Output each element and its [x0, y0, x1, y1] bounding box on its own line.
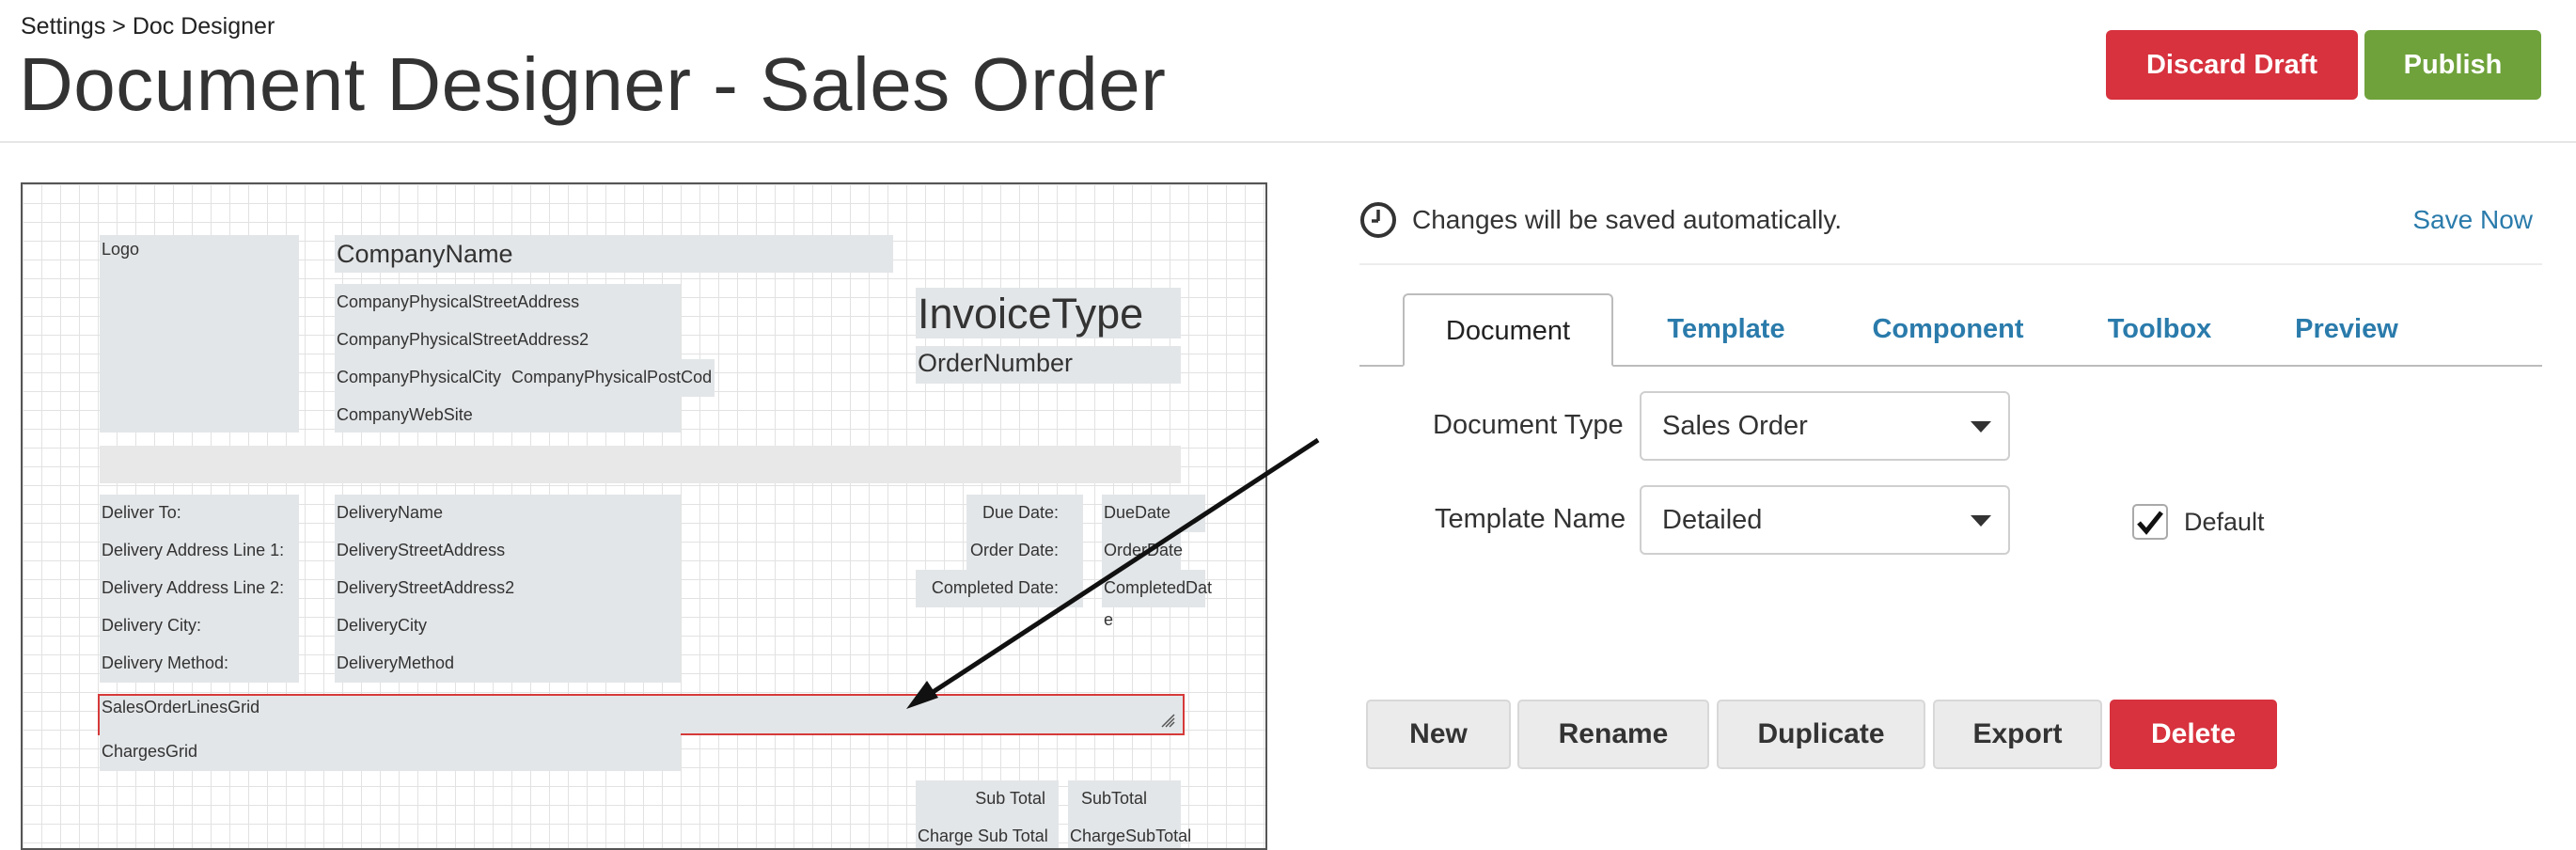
delivery-method-field[interactable]: DeliveryMethod [335, 645, 456, 683]
delivery-city-label[interactable]: Delivery City: [100, 607, 203, 645]
company-postcode-field[interactable]: CompanyPhysicalPostCod e [510, 359, 715, 418]
page-title: Document Designer - Sales Order [19, 42, 1167, 126]
resize-handle-icon[interactable] [1160, 713, 1175, 728]
charges-grid[interactable]: ChargesGrid [100, 733, 681, 771]
company-name-field[interactable]: CompanyName [335, 235, 893, 273]
company-city-field[interactable]: CompanyPhysicalCity [335, 359, 513, 397]
delivery-street-field[interactable]: DeliveryStreetAddress [335, 532, 507, 570]
document-type-select[interactable]: Sales Order [1640, 391, 2010, 461]
publish-button[interactable]: Publish [2364, 30, 2541, 100]
delivery-city-field[interactable]: DeliveryCity [335, 607, 429, 645]
annotation-arrow-icon [906, 437, 1320, 709]
order-number-field[interactable]: OrderNumber [916, 346, 1181, 384]
charge-sub-total-field[interactable]: ChargeSubTotal [1068, 818, 1191, 848]
default-label: Default [2184, 508, 2265, 536]
sales-order-lines-grid-label: SalesOrderLinesGrid [102, 698, 260, 716]
company-street-field[interactable]: CompanyPhysicalStreetAddress [335, 284, 681, 322]
panel-tabs: Document Template Component Toolbox Prev… [1359, 293, 2542, 367]
autosave-bar: Changes will be saved automatically. Sav… [1359, 196, 2542, 265]
logo-field[interactable]: Logo [100, 235, 299, 433]
tab-toolbox[interactable]: Toolbox [2070, 293, 2249, 365]
deliver-to-label[interactable]: Deliver To: [100, 495, 183, 532]
delivery-address2-label[interactable]: Delivery Address Line 2: [100, 570, 286, 607]
chevron-down-icon [1971, 515, 1991, 527]
company-street2-field[interactable]: CompanyPhysicalStreetAddress2 [335, 322, 681, 359]
delivery-address1-label[interactable]: Delivery Address Line 1: [100, 532, 286, 570]
save-now-link[interactable]: Save Now [2412, 205, 2533, 235]
tab-template[interactable]: Template [1641, 293, 1811, 365]
template-name-label: Template Name [1435, 504, 1626, 534]
rename-button[interactable]: Rename [1517, 700, 1709, 769]
header-divider [0, 141, 2576, 143]
checkmark-icon [2137, 511, 2163, 535]
discard-draft-button[interactable]: Discard Draft [2106, 30, 2358, 100]
tab-preview[interactable]: Preview [2262, 293, 2431, 365]
document-type-label: Document Type [1433, 410, 1624, 440]
export-button[interactable]: Export [1933, 700, 2102, 769]
tab-document[interactable]: Document [1403, 293, 1613, 367]
tab-component[interactable]: Component [1845, 293, 2051, 365]
delivery-street2-field[interactable]: DeliveryStreetAddress2 [335, 570, 516, 607]
company-website-field[interactable]: CompanyWebSite [335, 397, 681, 433]
document-type-value: Sales Order [1662, 411, 1808, 441]
template-name-value: Detailed [1662, 505, 1763, 535]
sub-total-field[interactable]: SubTotal [1068, 780, 1181, 818]
charge-sub-total-label[interactable]: Charge Sub Total [916, 818, 1059, 848]
breadcrumb[interactable]: Settings > Doc Designer [21, 13, 275, 40]
new-button[interactable]: New [1366, 700, 1511, 769]
invoice-type-field[interactable]: InvoiceType [916, 288, 1181, 338]
sub-total-label[interactable]: Sub Total [916, 780, 1059, 818]
delivery-method-label[interactable]: Delivery Method: [100, 645, 230, 683]
autosave-message: Changes will be saved automatically. [1412, 205, 1843, 234]
template-name-select[interactable]: Detailed [1640, 485, 2010, 555]
clock-icon [1360, 202, 1396, 238]
default-checkbox[interactable] [2132, 504, 2168, 540]
delete-button[interactable]: Delete [2110, 700, 2277, 769]
duplicate-button[interactable]: Duplicate [1717, 700, 1925, 769]
delivery-name-field[interactable]: DeliveryName [335, 495, 445, 532]
chevron-down-icon [1971, 421, 1991, 433]
